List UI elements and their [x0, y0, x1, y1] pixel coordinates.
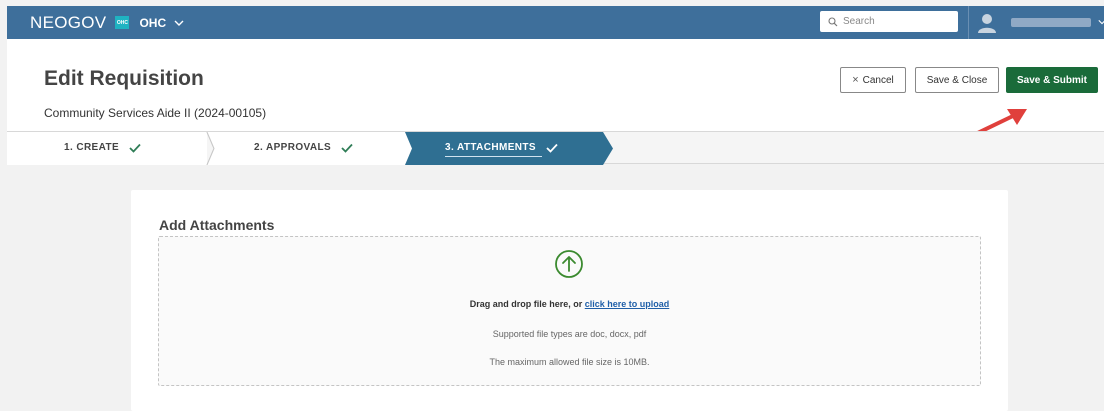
top-navigation-bar: NEOGOV OHC OHC	[7, 6, 1104, 39]
active-step-underline	[445, 156, 542, 157]
cancel-button-label: Cancel	[862, 74, 894, 86]
drag-drop-text: Drag and drop file here, or	[469, 299, 585, 309]
dropzone-instructions: Drag and drop file here, or click here t…	[159, 299, 980, 309]
max-size-text: The maximum allowed file size is 10MB.	[489, 357, 650, 367]
org-logo-icon: OHC	[115, 16, 130, 29]
supported-types-text: Supported file types are doc, docx, pdf	[492, 329, 647, 339]
cancel-button[interactable]: × Cancel	[840, 67, 906, 93]
page-header: Edit Requisition Community Services Aide…	[7, 39, 1104, 131]
user-avatar-icon[interactable]	[976, 11, 998, 33]
brand-logo[interactable]: NEOGOV	[30, 13, 106, 33]
user-name-redacted[interactable]	[1011, 18, 1091, 27]
search-box[interactable]	[820, 11, 958, 32]
checkmark-icon	[341, 143, 353, 153]
checkmark-icon	[546, 143, 558, 153]
arrow-up-circle-icon[interactable]	[554, 249, 584, 279]
attachments-card: Add Attachments Drag and drop file here,…	[131, 190, 1008, 411]
step-attachments-label: 3. ATTACHMENTS	[445, 142, 536, 153]
save-and-close-label: Save & Close	[926, 74, 988, 86]
user-menu-chevron-icon[interactable]	[1098, 18, 1104, 26]
file-dropzone[interactable]: Drag and drop file here, or click here t…	[158, 236, 981, 386]
search-input[interactable]	[843, 16, 943, 27]
topbar-divider	[968, 6, 969, 39]
save-and-close-button[interactable]: Save & Close	[915, 67, 999, 93]
step-attachments[interactable]: 3. ATTACHMENTS	[445, 142, 558, 157]
org-logo-text: OHC	[116, 19, 128, 26]
step-create[interactable]: 1. CREATE	[64, 142, 141, 153]
step-approvals[interactable]: 2. APPROVALS	[254, 142, 353, 153]
org-switcher[interactable]: OHC	[139, 16, 166, 30]
page-title: Edit Requisition	[44, 67, 204, 90]
attachments-title: Add Attachments	[159, 217, 275, 233]
step-approvals-label: 2. APPROVALS	[254, 142, 332, 153]
step-create-label: 1. CREATE	[64, 142, 120, 153]
checkmark-icon	[129, 143, 141, 153]
wizard-steps: 1. CREATE 2. APPROVALS 3. ATTACHMENTS	[7, 131, 1104, 165]
chevron-down-icon[interactable]	[174, 18, 184, 28]
search-icon	[828, 16, 838, 26]
close-icon: ×	[852, 74, 859, 86]
save-and-submit-button[interactable]: Save & Submit	[1006, 67, 1098, 93]
requisition-subtitle: Community Services Aide II (2024-00105)	[44, 106, 267, 120]
save-and-submit-label: Save & Submit	[1016, 74, 1088, 86]
upload-link[interactable]: click here to upload	[585, 299, 670, 309]
